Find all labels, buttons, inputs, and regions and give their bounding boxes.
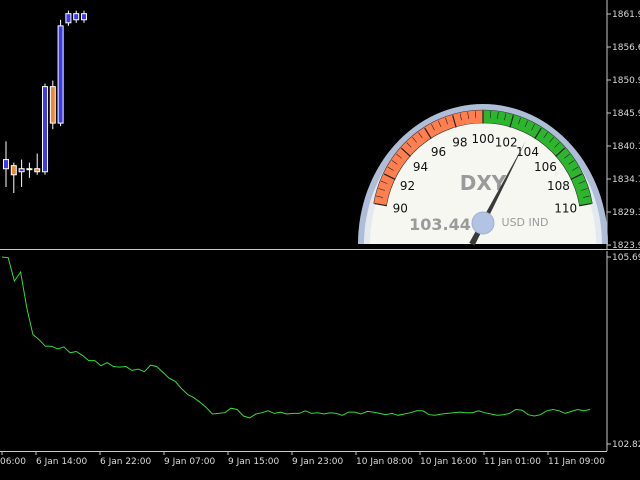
candle-body xyxy=(81,13,87,21)
price-label: 1861.95 xyxy=(612,10,640,20)
gauge-tick-label: 94 xyxy=(413,160,428,174)
time-label: 6 Jan 14:00 xyxy=(36,457,88,467)
candle-body xyxy=(18,168,25,173)
time-label: 10 Jan 08:00 xyxy=(356,457,413,467)
price-label: 1850.95 xyxy=(612,76,640,86)
gauge-tick-label: 106 xyxy=(534,160,557,174)
candle-body xyxy=(73,13,80,21)
price-label: 1856.65 xyxy=(612,43,640,53)
time-label: 9 Jan 15:00 xyxy=(228,457,280,467)
gauge-tick-label: 96 xyxy=(431,145,446,159)
time-label: 06:00 xyxy=(0,457,26,467)
time-label: 9 Jan 07:00 xyxy=(164,457,216,467)
price-tick: 1840.15 xyxy=(607,142,640,152)
gauge-tick-label: 90 xyxy=(393,201,408,215)
gauge-tick-label: 92 xyxy=(400,179,415,193)
candle xyxy=(42,83,48,175)
gauge-value: 103.44 xyxy=(409,215,471,234)
time-label: 11 Jan 01:00 xyxy=(484,457,541,467)
gauge-tick-label: 104 xyxy=(516,145,539,159)
time-label: 10 Jan 16:00 xyxy=(420,457,477,467)
price-tick: 1850.95 xyxy=(607,76,640,86)
gauge-tick-label: 102 xyxy=(495,135,518,149)
candle-body xyxy=(10,165,17,176)
gauge-tick-label: 98 xyxy=(452,135,467,149)
gauge-tick-label: 100 xyxy=(472,132,495,146)
indicator-top-label: 105.69 xyxy=(612,253,640,263)
candle-body xyxy=(57,25,64,124)
candle xyxy=(57,19,64,127)
time-label: 6 Jan 22:00 xyxy=(100,457,152,467)
price-label: 1829.35 xyxy=(612,208,640,218)
trading-terminal: 1861.95 1856.65 1850.95 1845.95 1840.15 … xyxy=(0,0,640,480)
gauge-tick-label: 110 xyxy=(554,201,577,215)
price-label: 1845.95 xyxy=(612,109,640,119)
price-tick: 1834.75 xyxy=(607,175,640,185)
candle-body xyxy=(26,168,33,171)
price-tick: 1856.65 xyxy=(607,43,640,53)
time-label: 11 Jan 09:00 xyxy=(548,457,605,467)
gauge-tick-label: 108 xyxy=(547,179,570,193)
price-tick: 1845.95 xyxy=(607,109,640,119)
candle-body xyxy=(65,13,72,24)
candle-body xyxy=(34,168,41,173)
price-label: 1840.15 xyxy=(612,142,640,152)
price-tick: 1861.95 xyxy=(607,10,640,20)
candle xyxy=(49,80,56,130)
gauge-unit: USD IND xyxy=(502,216,549,229)
price-label: 1834.75 xyxy=(612,175,640,185)
candle-body xyxy=(42,86,48,173)
gauge-hub xyxy=(471,211,495,235)
price-tick: 1829.35 xyxy=(607,208,640,218)
candle-body xyxy=(49,86,56,124)
indicator-bottom-label: 102.82 xyxy=(612,440,640,450)
time-label: 9 Jan 23:00 xyxy=(292,457,344,467)
candle-body xyxy=(3,159,9,170)
